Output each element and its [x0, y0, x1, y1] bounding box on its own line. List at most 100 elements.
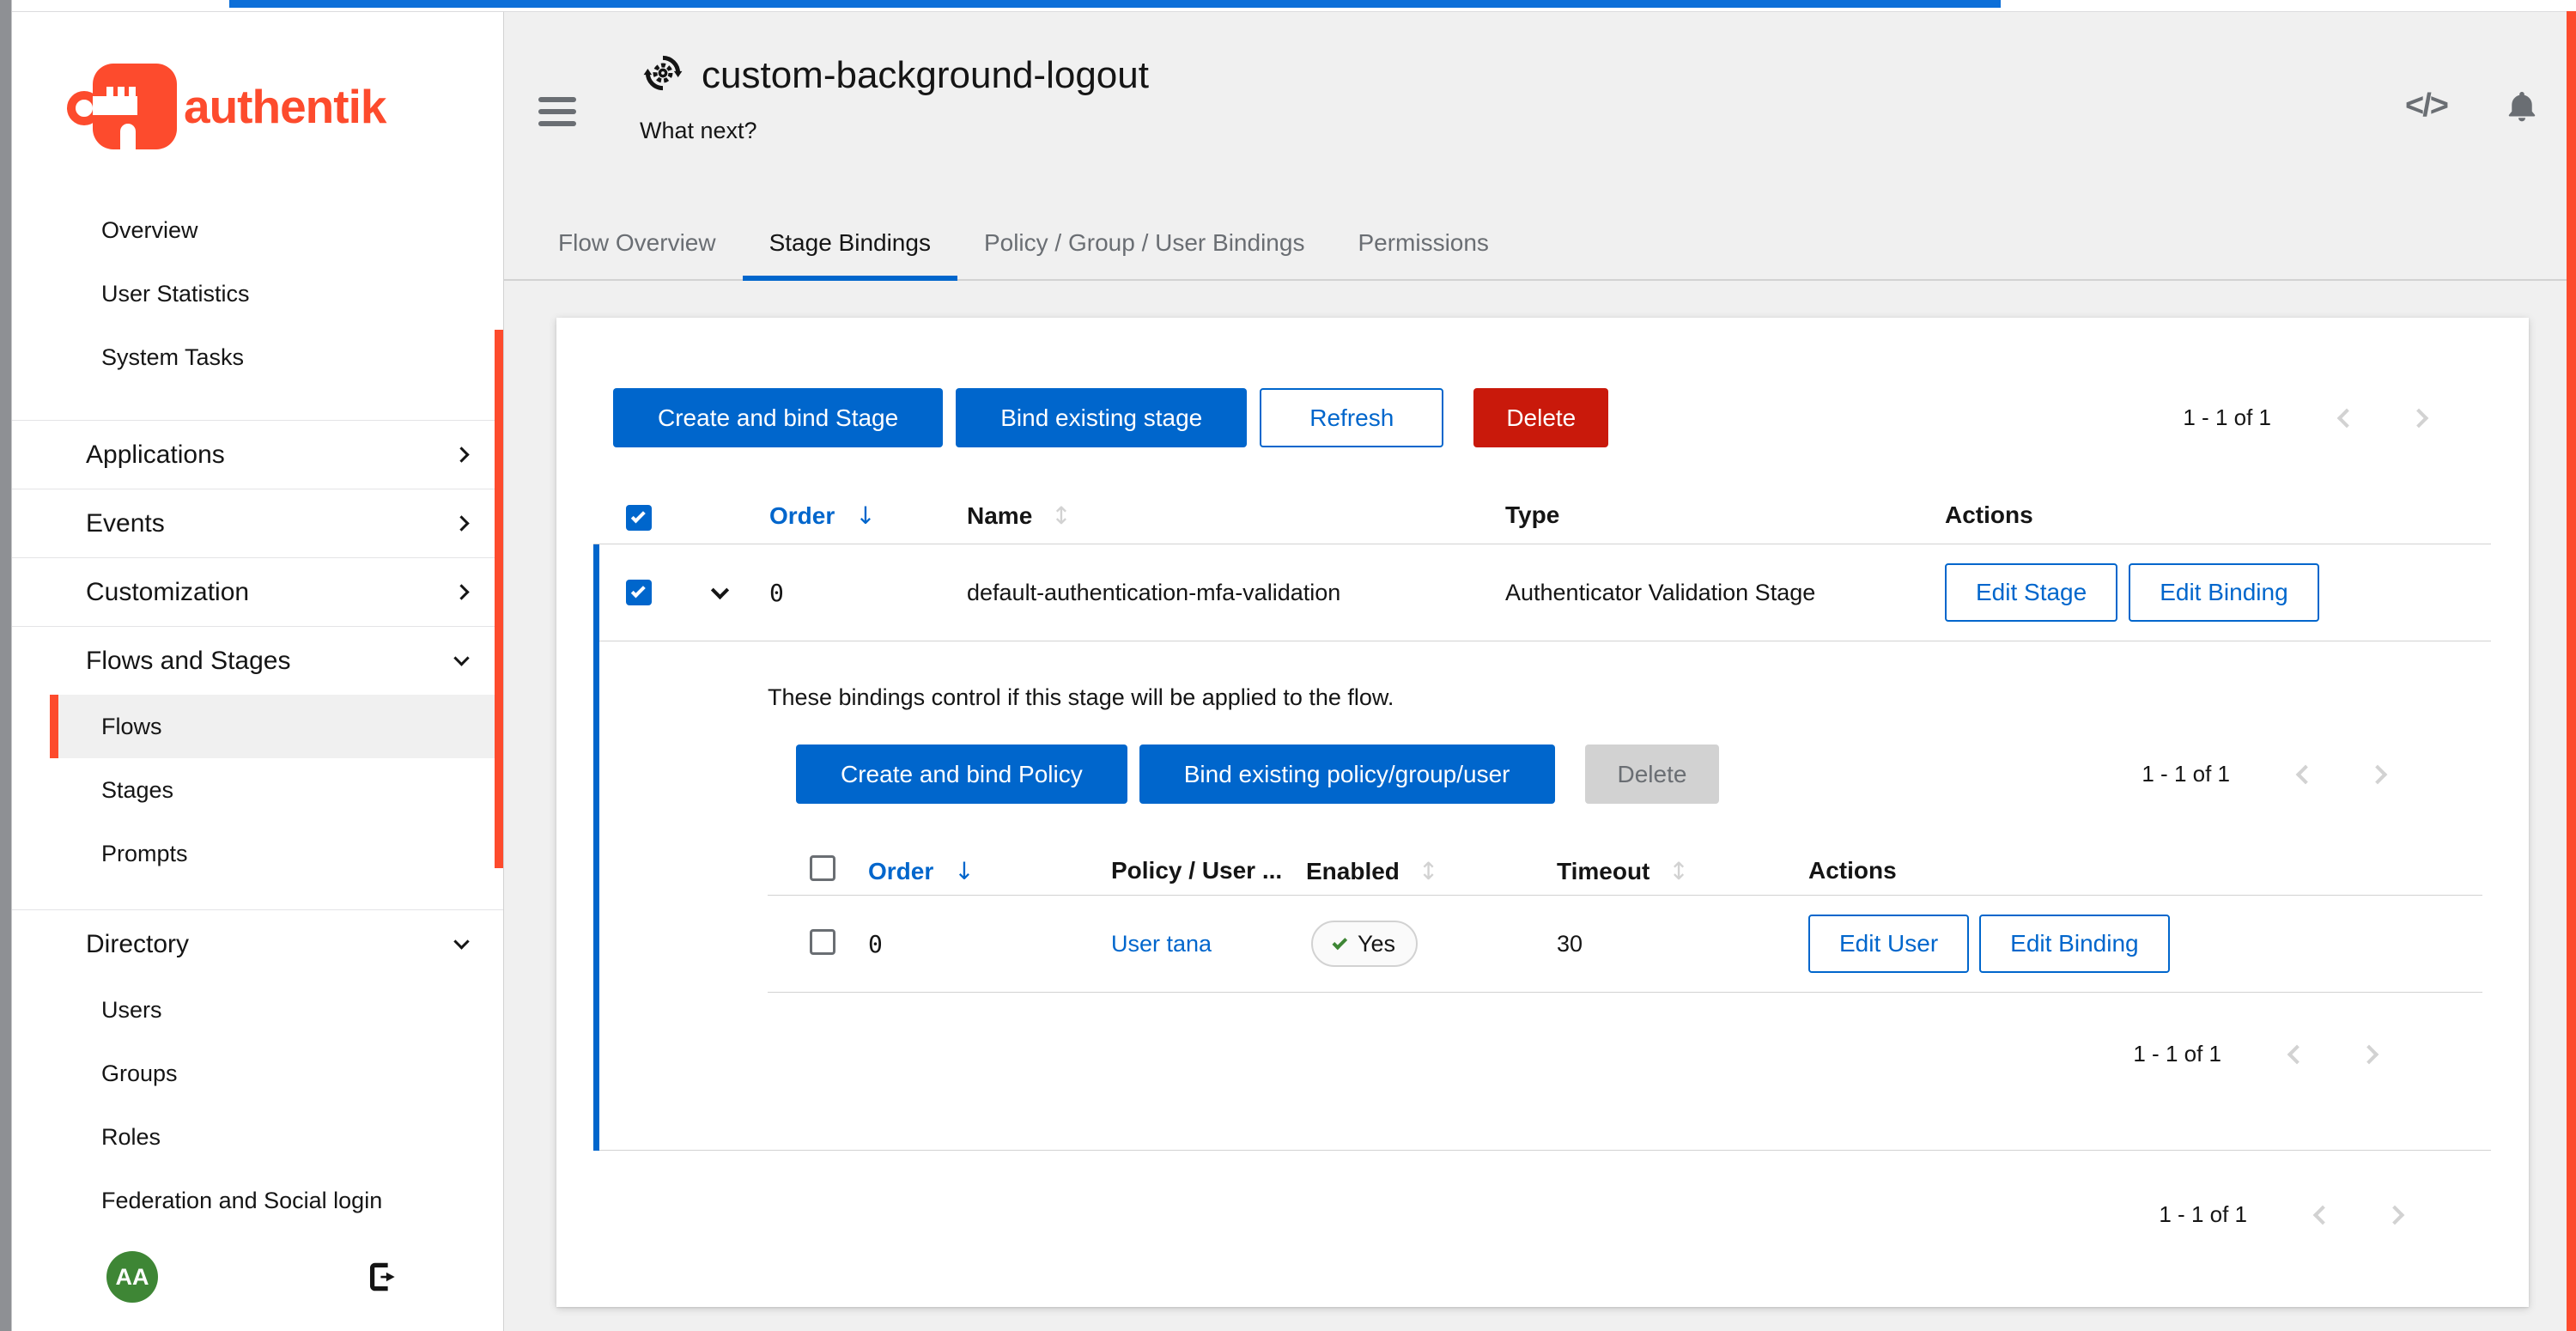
- column-actions: Actions: [1907, 501, 2491, 529]
- column-type: Type: [1495, 501, 1907, 529]
- table-row[interactable]: 0 default-authentication-mfa-validation …: [593, 544, 2491, 641]
- column-name-sort[interactable]: Name↕: [945, 501, 1495, 530]
- stage-type: Authenticator Validation Stage: [1505, 580, 1815, 605]
- pagination-next-icon[interactable]: [2359, 1208, 2431, 1222]
- sidebar-item-user-statistics[interactable]: User Statistics: [12, 262, 503, 325]
- notifications-bell-icon[interactable]: [2504, 88, 2540, 125]
- tab-label: Stage Bindings: [769, 229, 931, 257]
- sidebar: authentik Overview User Statistics Syste…: [12, 11, 503, 1331]
- table-header: Order↓ Policy / User ... Enabled↕ Timeou…: [768, 847, 2482, 896]
- sidebar-item-roles[interactable]: Roles: [12, 1105, 503, 1169]
- policy-bindings-table: Order↓ Policy / User ... Enabled↕ Timeou…: [768, 847, 2482, 993]
- sidebar-item-stages[interactable]: Stages: [12, 758, 503, 822]
- sidebar-section-events[interactable]: Events: [12, 489, 503, 557]
- page-header: custom-background-logout What next?: [640, 53, 1149, 144]
- pagination-label: 1 - 1 of 1: [2159, 1201, 2247, 1228]
- tab-permissions[interactable]: Permissions: [1331, 207, 1515, 279]
- sidebar-section-label: Events: [86, 509, 165, 538]
- sidebar-item-prompts[interactable]: Prompts: [12, 822, 503, 885]
- pagination-prev-icon[interactable]: [2261, 1048, 2333, 1061]
- sidebar-item-flows[interactable]: Flows: [50, 695, 503, 758]
- pagination-next-icon[interactable]: [2342, 768, 2414, 781]
- logout-icon[interactable]: [368, 1261, 404, 1292]
- enabled-badge: Yes: [1311, 921, 1418, 967]
- authentik-logo-icon: [67, 58, 177, 155]
- column-enabled-sort[interactable]: Enabled↕: [1291, 857, 1540, 885]
- main-area: custom-background-logout What next? </> …: [503, 11, 2567, 1331]
- sidebar-section-label: Applications: [86, 441, 225, 470]
- menu-toggle-icon[interactable]: [538, 97, 576, 133]
- sidebar-item-overview[interactable]: Overview: [12, 198, 503, 262]
- sidebar-item-groups[interactable]: Groups: [12, 1042, 503, 1105]
- tab-label: Flow Overview: [558, 229, 716, 257]
- sidebar-section-customization[interactable]: Customization: [12, 557, 503, 626]
- sidebar-section-applications[interactable]: Applications: [12, 420, 503, 489]
- column-order-sort[interactable]: Order↓: [858, 857, 1098, 885]
- bind-existing-stage-button[interactable]: Bind existing stage: [956, 388, 1247, 447]
- order-value: 0: [769, 579, 784, 607]
- table-row[interactable]: 0 User tana Yes 30 Edit User: [768, 896, 2482, 993]
- row-expander-icon[interactable]: [714, 589, 726, 597]
- sidebar-scrollbar-thumb[interactable]: [495, 330, 503, 868]
- chevron-right-icon: [453, 515, 469, 531]
- sidebar-section-flows-and-stages[interactable]: Flows and Stages: [12, 626, 503, 695]
- bind-existing-policy-button[interactable]: Bind existing policy/group/user: [1139, 745, 1555, 804]
- column-timeout-sort[interactable]: Timeout↕: [1540, 857, 1794, 885]
- delete-policy-button: Delete: [1585, 745, 1720, 804]
- edit-user-button[interactable]: Edit User: [1808, 915, 1969, 973]
- sidebar-section-label: Customization: [86, 578, 249, 607]
- pagination-next-icon[interactable]: [2333, 1048, 2405, 1061]
- avatar[interactable]: AA: [106, 1251, 158, 1303]
- sidebar-item-users[interactable]: Users: [12, 978, 503, 1042]
- sort-icon: ↕: [1051, 501, 1071, 530]
- edit-policy-binding-button[interactable]: Edit Binding: [1979, 915, 2169, 973]
- column-order-sort[interactable]: Order↓: [756, 501, 945, 530]
- pagination-next-icon[interactable]: [2383, 411, 2455, 425]
- select-all-checkbox[interactable]: [626, 505, 652, 531]
- stage-bindings-table: Order↓ Name↕ Type Actions 0 default-auth…: [593, 487, 2491, 1151]
- pagination-label: 1 - 1 of 1: [2183, 404, 2271, 431]
- tab-stage-bindings[interactable]: Stage Bindings: [743, 207, 957, 279]
- sidebar-section-directory[interactable]: Directory: [12, 909, 503, 978]
- page-subtitle: What next?: [640, 118, 1149, 144]
- expanded-row-indicator: [593, 544, 599, 1151]
- chevron-down-icon: [453, 933, 469, 949]
- create-and-bind-policy-button[interactable]: Create and bind Policy: [796, 745, 1127, 804]
- window-scrollbar-strip[interactable]: [2567, 11, 2576, 1331]
- tab-label: Permissions: [1358, 229, 1488, 257]
- tab-label: Policy / Group / User Bindings: [984, 229, 1305, 257]
- sidebar-divider: [12, 389, 503, 420]
- pagination-prev-icon[interactable]: [2269, 768, 2342, 781]
- sidebar-item-system-tasks[interactable]: System Tasks: [12, 325, 503, 389]
- policy-select-all-checkbox[interactable]: [810, 855, 835, 881]
- user-link[interactable]: User tana: [1111, 931, 1212, 957]
- delete-button[interactable]: Delete: [1473, 388, 1608, 447]
- stage-bindings-card: Create and bind Stage Bind existing stag…: [556, 318, 2529, 1307]
- policy-row-checkbox[interactable]: [810, 929, 835, 955]
- tab-policy-group-user-bindings[interactable]: Policy / Group / User Bindings: [957, 207, 1332, 279]
- chevron-right-icon: [453, 584, 469, 599]
- column-policy-user: Policy / User ...: [1098, 857, 1291, 884]
- api-browser-icon[interactable]: </>: [2405, 88, 2447, 125]
- edit-binding-button[interactable]: Edit Binding: [2129, 563, 2318, 622]
- brand-name: authentik: [184, 79, 386, 134]
- sidebar-divider: [12, 885, 503, 909]
- pagination-policy-bottom: 1 - 1 of 1: [2133, 1024, 2405, 1084]
- pagination-label: 1 - 1 of 1: [2142, 761, 2230, 787]
- authentik-logo: authentik: [67, 55, 386, 158]
- create-and-bind-stage-button[interactable]: Create and bind Stage: [613, 388, 943, 447]
- pagination-policy-top: 1 - 1 of 1: [2142, 745, 2414, 804]
- tab-flow-overview[interactable]: Flow Overview: [532, 207, 743, 279]
- check-icon: [1332, 934, 1347, 950]
- refresh-button[interactable]: Refresh: [1260, 388, 1443, 447]
- flow-icon: [643, 53, 683, 97]
- sort-icon: ↕: [1419, 857, 1438, 885]
- pagination-prev-icon[interactable]: [2311, 411, 2383, 425]
- sidebar-item-federation[interactable]: Federation and Social login: [12, 1169, 503, 1232]
- row-select-checkbox[interactable]: [626, 580, 652, 605]
- table-header: Order↓ Name↕ Type Actions: [593, 487, 2491, 544]
- policy-toolbar: Create and bind Policy Bind existing pol…: [796, 745, 1719, 804]
- page-title: custom-background-logout: [702, 54, 1149, 97]
- edit-stage-button[interactable]: Edit Stage: [1945, 563, 2117, 622]
- pagination-prev-icon[interactable]: [2287, 1208, 2359, 1222]
